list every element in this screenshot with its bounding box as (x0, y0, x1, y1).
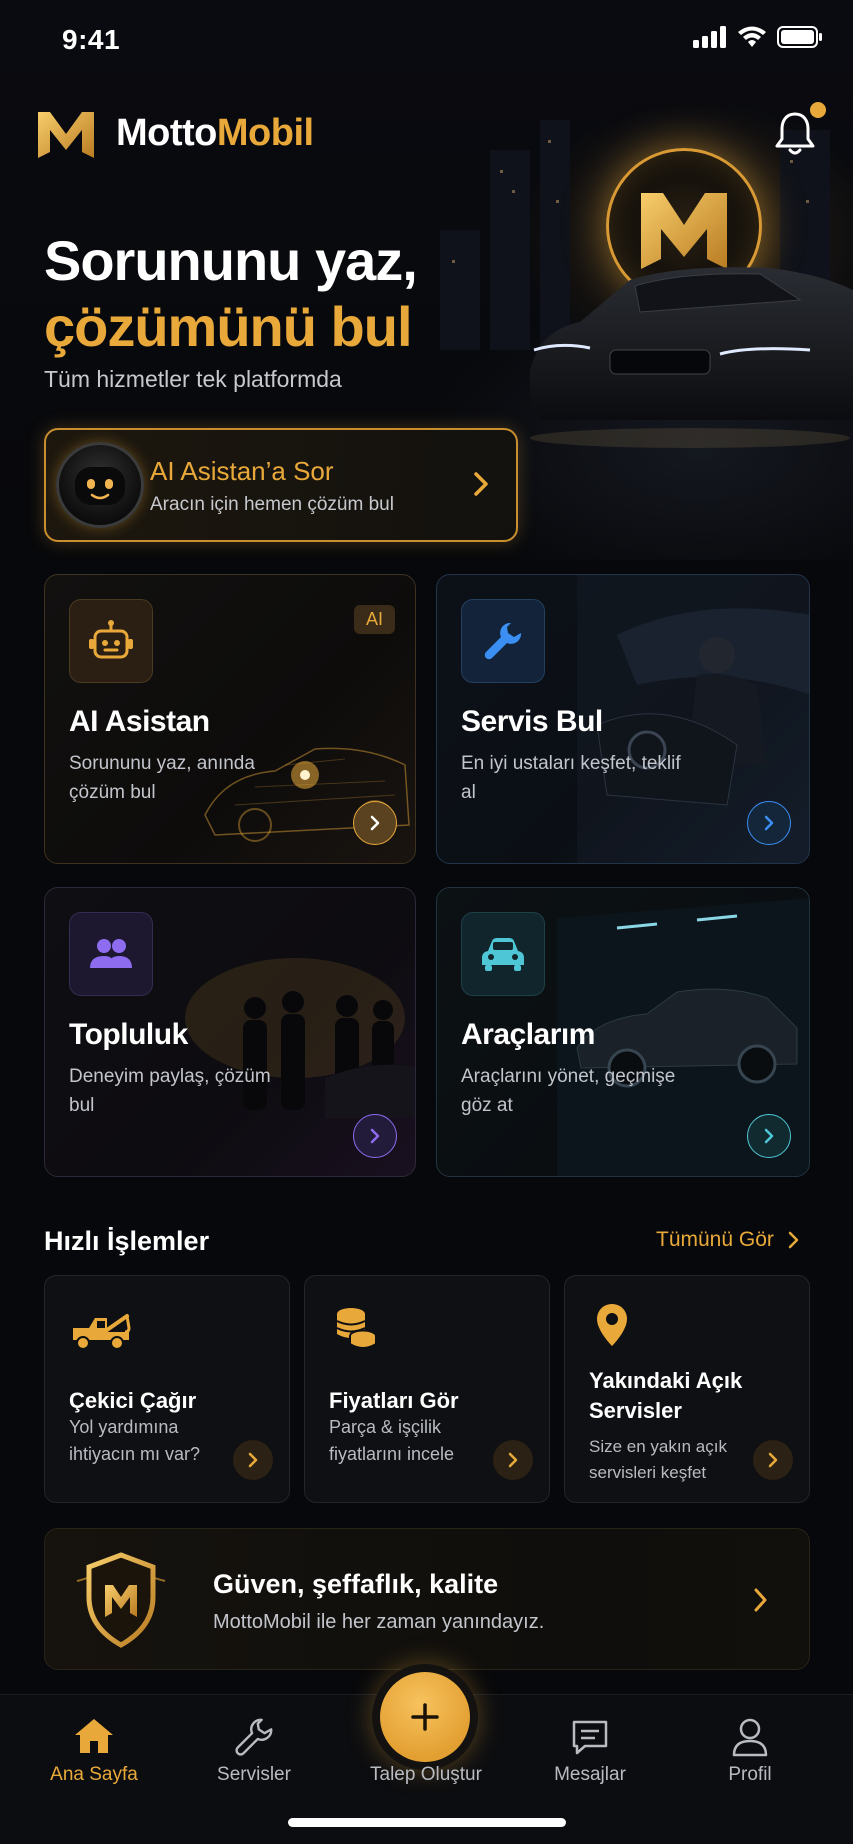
card-title: Topluluk (69, 1018, 188, 1051)
quick-actions-title: Hızlı İşlemler (44, 1226, 210, 1256)
tab-profile-label[interactable]: Profil (680, 1764, 820, 1786)
hero-title-line2: çözümünü bul (44, 295, 413, 358)
notification-bell-icon[interactable] (772, 108, 818, 158)
tab-services-label[interactable]: Servisler (184, 1764, 324, 1786)
coins-icon (336, 1308, 377, 1349)
chevron-right-icon (764, 815, 774, 831)
card-subtitle: Araçlarını yönet, geçmişe göz at (461, 1066, 676, 1116)
quick-action-subtitle: Yol yardımına ihtiyacın mı var? (69, 1417, 201, 1464)
wrench-icon (484, 622, 522, 660)
card-subtitle: En iyi ustaları keşfet, teklif al (461, 753, 681, 803)
card-arrow-button[interactable] (747, 1114, 791, 1158)
hero-title: Sorununu yaz, çözümünü bul (44, 228, 418, 360)
ai-assistant-prompt[interactable]: AI Asistan’a Sor Aracın için hemen çözüm… (44, 428, 518, 542)
tab-messages[interactable] (520, 1716, 660, 1763)
trust-title: Güven, şeffaflık, kalite (213, 1569, 499, 1599)
card-icon-box (69, 912, 153, 996)
home-indicator (288, 1818, 566, 1827)
chevron-right-icon (788, 1231, 799, 1249)
ai-badge: AI (353, 605, 395, 634)
card-icon-box (69, 599, 153, 683)
card-title: Araçlarım (461, 1018, 595, 1051)
create-request-button[interactable] (380, 1672, 470, 1762)
map-pin-icon (597, 1304, 627, 1346)
chevron-right-icon (370, 815, 380, 831)
card-title: Servis Bul (461, 705, 603, 738)
message-icon (572, 1720, 608, 1755)
chevron-right-icon (248, 1452, 258, 1468)
quick-action-arrow[interactable] (493, 1440, 533, 1480)
card-find-service[interactable]: Servis Bul En iyi ustaları keşfet, tekli… (436, 574, 810, 864)
tab-home[interactable] (24, 1716, 164, 1761)
plus-icon (411, 1703, 439, 1731)
tab-services[interactable] (184, 1716, 324, 1763)
users-icon (90, 939, 132, 968)
quick-action-title: Fiyatları Gör (329, 1388, 459, 1413)
user-icon (732, 1718, 768, 1757)
chevron-right-icon (474, 472, 488, 496)
status-time: 9:41 (62, 24, 121, 55)
ai-prompt-title: AI Asistan’a Sor (150, 456, 334, 486)
logo-icon (38, 112, 94, 158)
card-arrow-button[interactable] (747, 801, 791, 845)
card-title: AI Asistan (69, 705, 210, 738)
chevron-right-icon (768, 1452, 778, 1468)
tab-home-label[interactable]: Ana Sayfa (24, 1764, 164, 1786)
quick-action-arrow[interactable] (233, 1440, 273, 1480)
trust-banner[interactable]: Güven, şeffaflık, kalite MottoMobil ile … (44, 1528, 810, 1670)
tow-truck-icon (73, 1314, 131, 1350)
card-community[interactable]: Topluluk Deneyim paylaş, çözüm bul (44, 887, 416, 1177)
quick-action-subtitle: Size en yakın açık servisleri keşfet (589, 1437, 727, 1482)
chevron-right-icon (370, 1128, 380, 1144)
chevron-right-icon (764, 1128, 774, 1144)
brand-name: MottoMobil (116, 112, 314, 155)
quick-action-nearby-services[interactable]: Yakındaki Açık Servisler Size en yakın a… (564, 1275, 810, 1503)
card-icon-box (461, 912, 545, 996)
wifi-icon (738, 26, 766, 47)
brand-name-part2: Mobil (216, 112, 314, 154)
chevron-right-icon (508, 1452, 518, 1468)
quick-action-tow[interactable]: Çekici Çağır Yol yardımına ihtiyacın mı … (44, 1275, 290, 1503)
tab-messages-label[interactable]: Mesajlar (520, 1764, 660, 1786)
card-ai-assistant[interactable]: AI AI Asistan Sorununu yaz, anında çözüm… (44, 574, 416, 864)
car-icon (482, 938, 524, 971)
quick-action-prices[interactable]: Fiyatları Gör Parça & işçilik fiyatların… (304, 1275, 550, 1503)
signal-icon (693, 26, 726, 48)
see-all-label: Tümünü Gör (656, 1228, 774, 1251)
card-arrow-button[interactable] (353, 1114, 397, 1158)
robot-face-icon (75, 467, 125, 505)
wrench-icon (235, 1718, 273, 1756)
trust-subtitle: MottoMobil ile her zaman yanındayız. (213, 1611, 545, 1633)
quick-action-title: Yakındaki Açık Servisler (589, 1368, 743, 1423)
tab-create-request-label[interactable]: Talep Oluştur (352, 1764, 500, 1786)
card-my-vehicles[interactable]: Araçlarım Araçlarını yönet, geçmişe göz … (436, 887, 810, 1177)
brand-name-part1: Motto (116, 112, 217, 154)
tab-profile[interactable] (680, 1716, 820, 1763)
ai-prompt-subtitle: Aracın için hemen çözüm bul (150, 494, 394, 515)
chevron-right-icon (754, 1588, 767, 1612)
status-icons (693, 26, 823, 48)
card-subtitle: Deneyim paylaş, çözüm bul (69, 1066, 271, 1116)
quick-action-title: Çekici Çağır (69, 1388, 197, 1413)
hero-subtitle: Tüm hizmetler tek platformda (44, 366, 342, 392)
ai-avatar (56, 442, 144, 528)
shield-icon (76, 1552, 166, 1648)
card-arrow-button[interactable] (353, 801, 397, 845)
card-subtitle: Sorununu yaz, anında çözüm bul (69, 753, 255, 803)
hero-title-line1: Sorununu yaz, (44, 229, 418, 292)
notification-dot (810, 102, 826, 118)
see-all-link[interactable]: Tümünü Gör (656, 1228, 800, 1252)
robot-icon (89, 620, 133, 659)
battery-icon (777, 26, 822, 48)
hero-car-image (529, 267, 853, 448)
quick-action-subtitle: Parça & işçilik fiyatlarını incele (329, 1417, 455, 1464)
card-icon-box (461, 599, 545, 683)
quick-action-arrow[interactable] (753, 1440, 793, 1480)
home-icon (75, 1719, 113, 1753)
